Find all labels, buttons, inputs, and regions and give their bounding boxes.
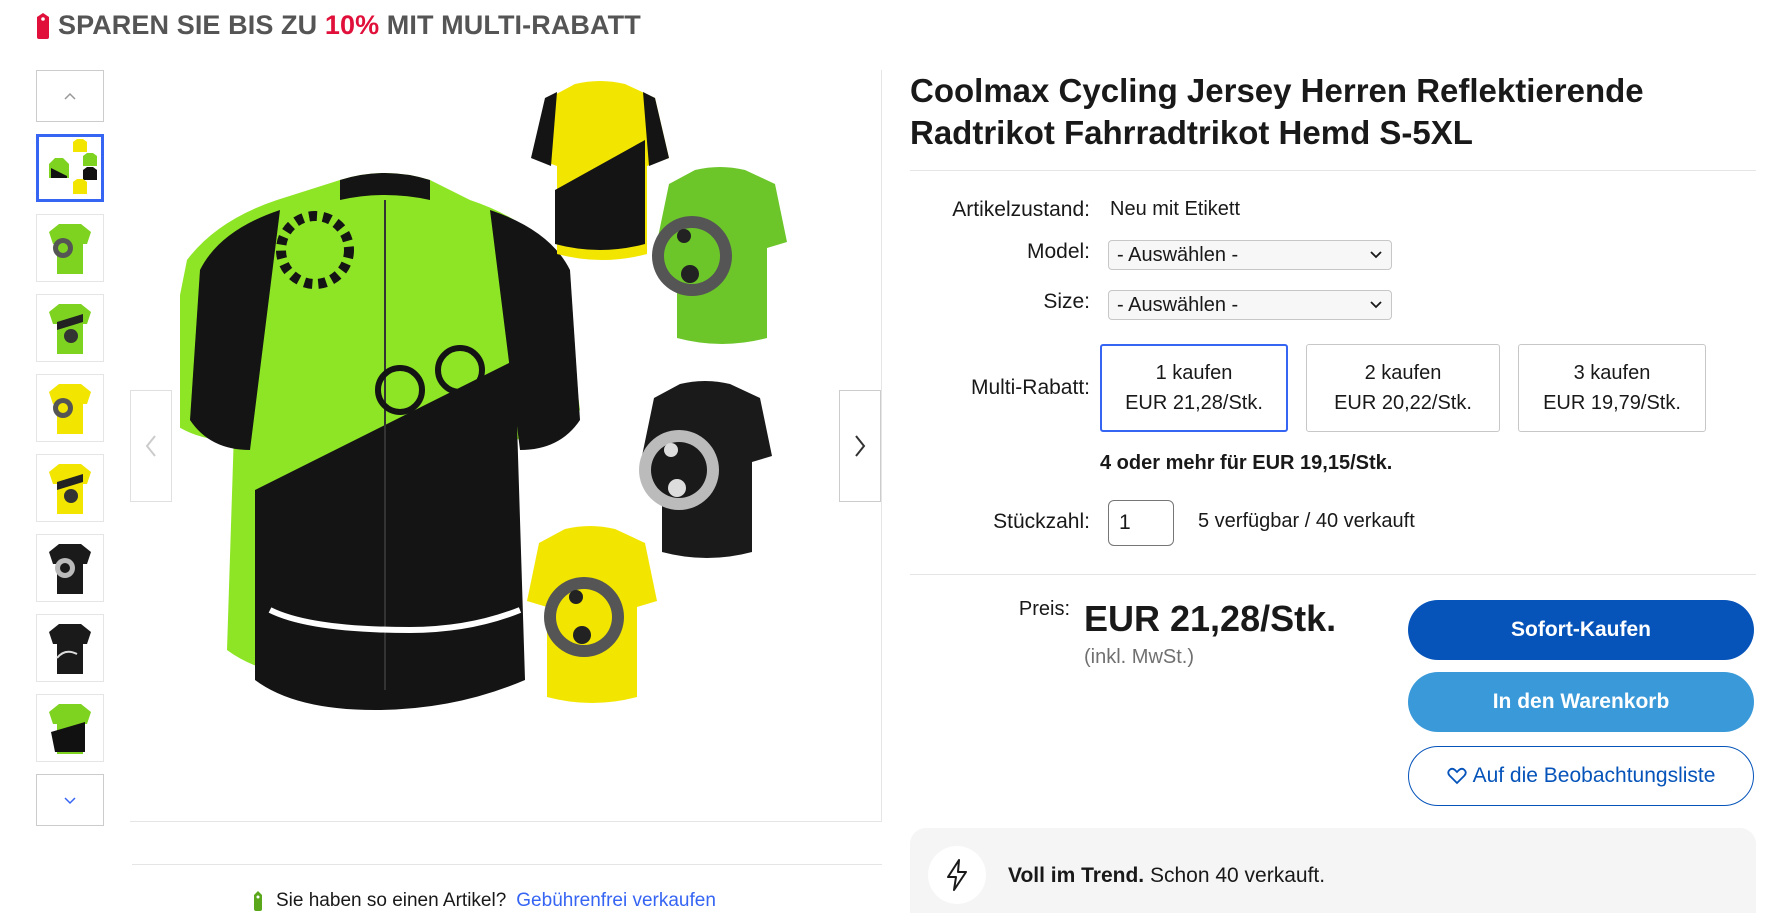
yellow-chain-jersey-image bbox=[527, 526, 657, 703]
tier-qty: 2 kaufen bbox=[1364, 362, 1442, 384]
jersey-green-chain-thumb bbox=[49, 224, 91, 274]
main-product-image[interactable] bbox=[130, 70, 882, 822]
trend-text: Voll im Trend. Schon 40 verkauft. bbox=[1008, 864, 1326, 887]
model-label: Model: bbox=[1026, 240, 1090, 263]
jersey-yellow-chain-thumb bbox=[49, 384, 91, 434]
tax-note: (inkl. MwSt.) bbox=[1084, 646, 1194, 668]
lightning-bolt-icon bbox=[947, 859, 967, 891]
seller-tag-icon bbox=[254, 891, 262, 911]
price-value: EUR 21,28/Stk. bbox=[1084, 598, 1337, 639]
banner-percent: 10% bbox=[324, 10, 380, 40]
price-label: Preis: bbox=[1018, 598, 1070, 620]
jersey-collage-thumb bbox=[49, 139, 97, 194]
jersey-black-chain-thumb bbox=[49, 544, 91, 594]
chevron-down-icon bbox=[1370, 251, 1382, 259]
thumbnail-8[interactable] bbox=[36, 694, 104, 762]
thumbnail-7[interactable] bbox=[36, 614, 104, 682]
tier-price: EUR 20,22/Stk. bbox=[1334, 392, 1472, 414]
heart-icon bbox=[1446, 767, 1467, 785]
chevron-left-icon bbox=[145, 435, 156, 457]
multi-discount-banner: SPAREN SIE BIS ZU 10% MIT MULTI-RABATT bbox=[34, 10, 641, 41]
multi-discount-label: Multi-Rabatt: bbox=[970, 376, 1090, 399]
tier-price: EUR 19,79/Stk. bbox=[1543, 392, 1681, 414]
add-to-cart-button[interactable]: In den Warenkorb bbox=[1408, 672, 1754, 732]
banner-text: SPAREN SIE BIS ZU 10% MIT MULTI-RABATT bbox=[58, 10, 641, 40]
tier-qty: 1 kaufen bbox=[1155, 362, 1233, 384]
chevron-down-icon bbox=[64, 797, 76, 805]
thumbnail-4[interactable] bbox=[36, 374, 104, 442]
jersey-green-rider-thumb bbox=[49, 704, 91, 754]
quantity-label: Stückzahl: bbox=[993, 510, 1090, 533]
add-to-watchlist-button[interactable]: Auf die Beobachtungsliste bbox=[1408, 746, 1754, 806]
title-divider bbox=[910, 170, 1756, 171]
trend-icon-wrap bbox=[928, 846, 986, 904]
quantity-input[interactable]: 1 bbox=[1108, 500, 1174, 546]
gallery-divider bbox=[132, 864, 882, 865]
buy-now-label: Sofort-Kaufen bbox=[1511, 618, 1651, 641]
availability-text: 5 verfügbar / 40 verkauft bbox=[1198, 510, 1415, 532]
thumbnail-strip bbox=[36, 70, 104, 826]
size-select-value: - Auswählen - bbox=[1117, 293, 1239, 316]
sell-similar-row: Sie haben so einen Artikel? Gebührenfrei… bbox=[250, 890, 716, 912]
condition-label: Artikelzustand: bbox=[952, 198, 1090, 221]
thumb-scroll-up-button[interactable] bbox=[36, 70, 104, 122]
jersey-black-rider-thumb bbox=[49, 624, 91, 674]
size-label: Size: bbox=[1043, 290, 1090, 313]
price-tag-icon bbox=[37, 12, 49, 39]
tier-1-option[interactable]: 1 kaufen EUR 21,28/Stk. bbox=[1100, 344, 1288, 432]
jersey-yellow-gear-thumb bbox=[49, 464, 91, 514]
tier-qty: 3 kaufen bbox=[1573, 362, 1651, 384]
thumbnail-5[interactable] bbox=[36, 454, 104, 522]
tier-price: EUR 21,28/Stk. bbox=[1125, 392, 1263, 414]
trend-banner: Voll im Trend. Schon 40 verkauft. bbox=[910, 828, 1756, 913]
chevron-right-icon bbox=[855, 435, 866, 457]
add-to-cart-label: In den Warenkorb bbox=[1492, 690, 1670, 713]
watchlist-label: Auf die Beobachtungsliste bbox=[1472, 764, 1716, 787]
jersey-green-gear-thumb bbox=[49, 304, 91, 354]
green-chain-jersey-image bbox=[652, 167, 787, 344]
thumb-scroll-down-button[interactable] bbox=[36, 774, 104, 826]
thumbnail-6[interactable] bbox=[36, 534, 104, 602]
model-select[interactable]: - Auswählen - bbox=[1108, 240, 1392, 270]
condition-value: Neu mit Etikett bbox=[1110, 198, 1241, 220]
sell-question: Sie haben so einen Artikel? bbox=[276, 890, 507, 911]
chevron-down-icon bbox=[1370, 301, 1382, 309]
model-select-value: - Auswählen - bbox=[1117, 243, 1239, 266]
chevron-up-icon bbox=[64, 92, 76, 100]
buy-now-button[interactable]: Sofort-Kaufen bbox=[1408, 600, 1754, 660]
thumbnail-2[interactable] bbox=[36, 214, 104, 282]
tier-2-option[interactable]: 2 kaufen EUR 20,22/Stk. bbox=[1306, 344, 1500, 432]
thumbnail-3[interactable] bbox=[36, 294, 104, 362]
tier-3-option[interactable]: 3 kaufen EUR 19,79/Stk. bbox=[1518, 344, 1706, 432]
image-prev-button[interactable] bbox=[130, 390, 172, 502]
size-select[interactable]: - Auswählen - bbox=[1108, 290, 1392, 320]
price-divider bbox=[910, 574, 1756, 575]
sell-fee-free-link[interactable]: Gebührenfrei verkaufen bbox=[516, 890, 716, 912]
product-title: Coolmax Cycling Jersey Herren Reflektier… bbox=[910, 72, 1644, 151]
multi-discount-more: 4 oder mehr für EUR 19,15/Stk. bbox=[1100, 452, 1393, 474]
thumbnail-1[interactable] bbox=[36, 134, 104, 202]
image-next-button[interactable] bbox=[839, 390, 881, 502]
